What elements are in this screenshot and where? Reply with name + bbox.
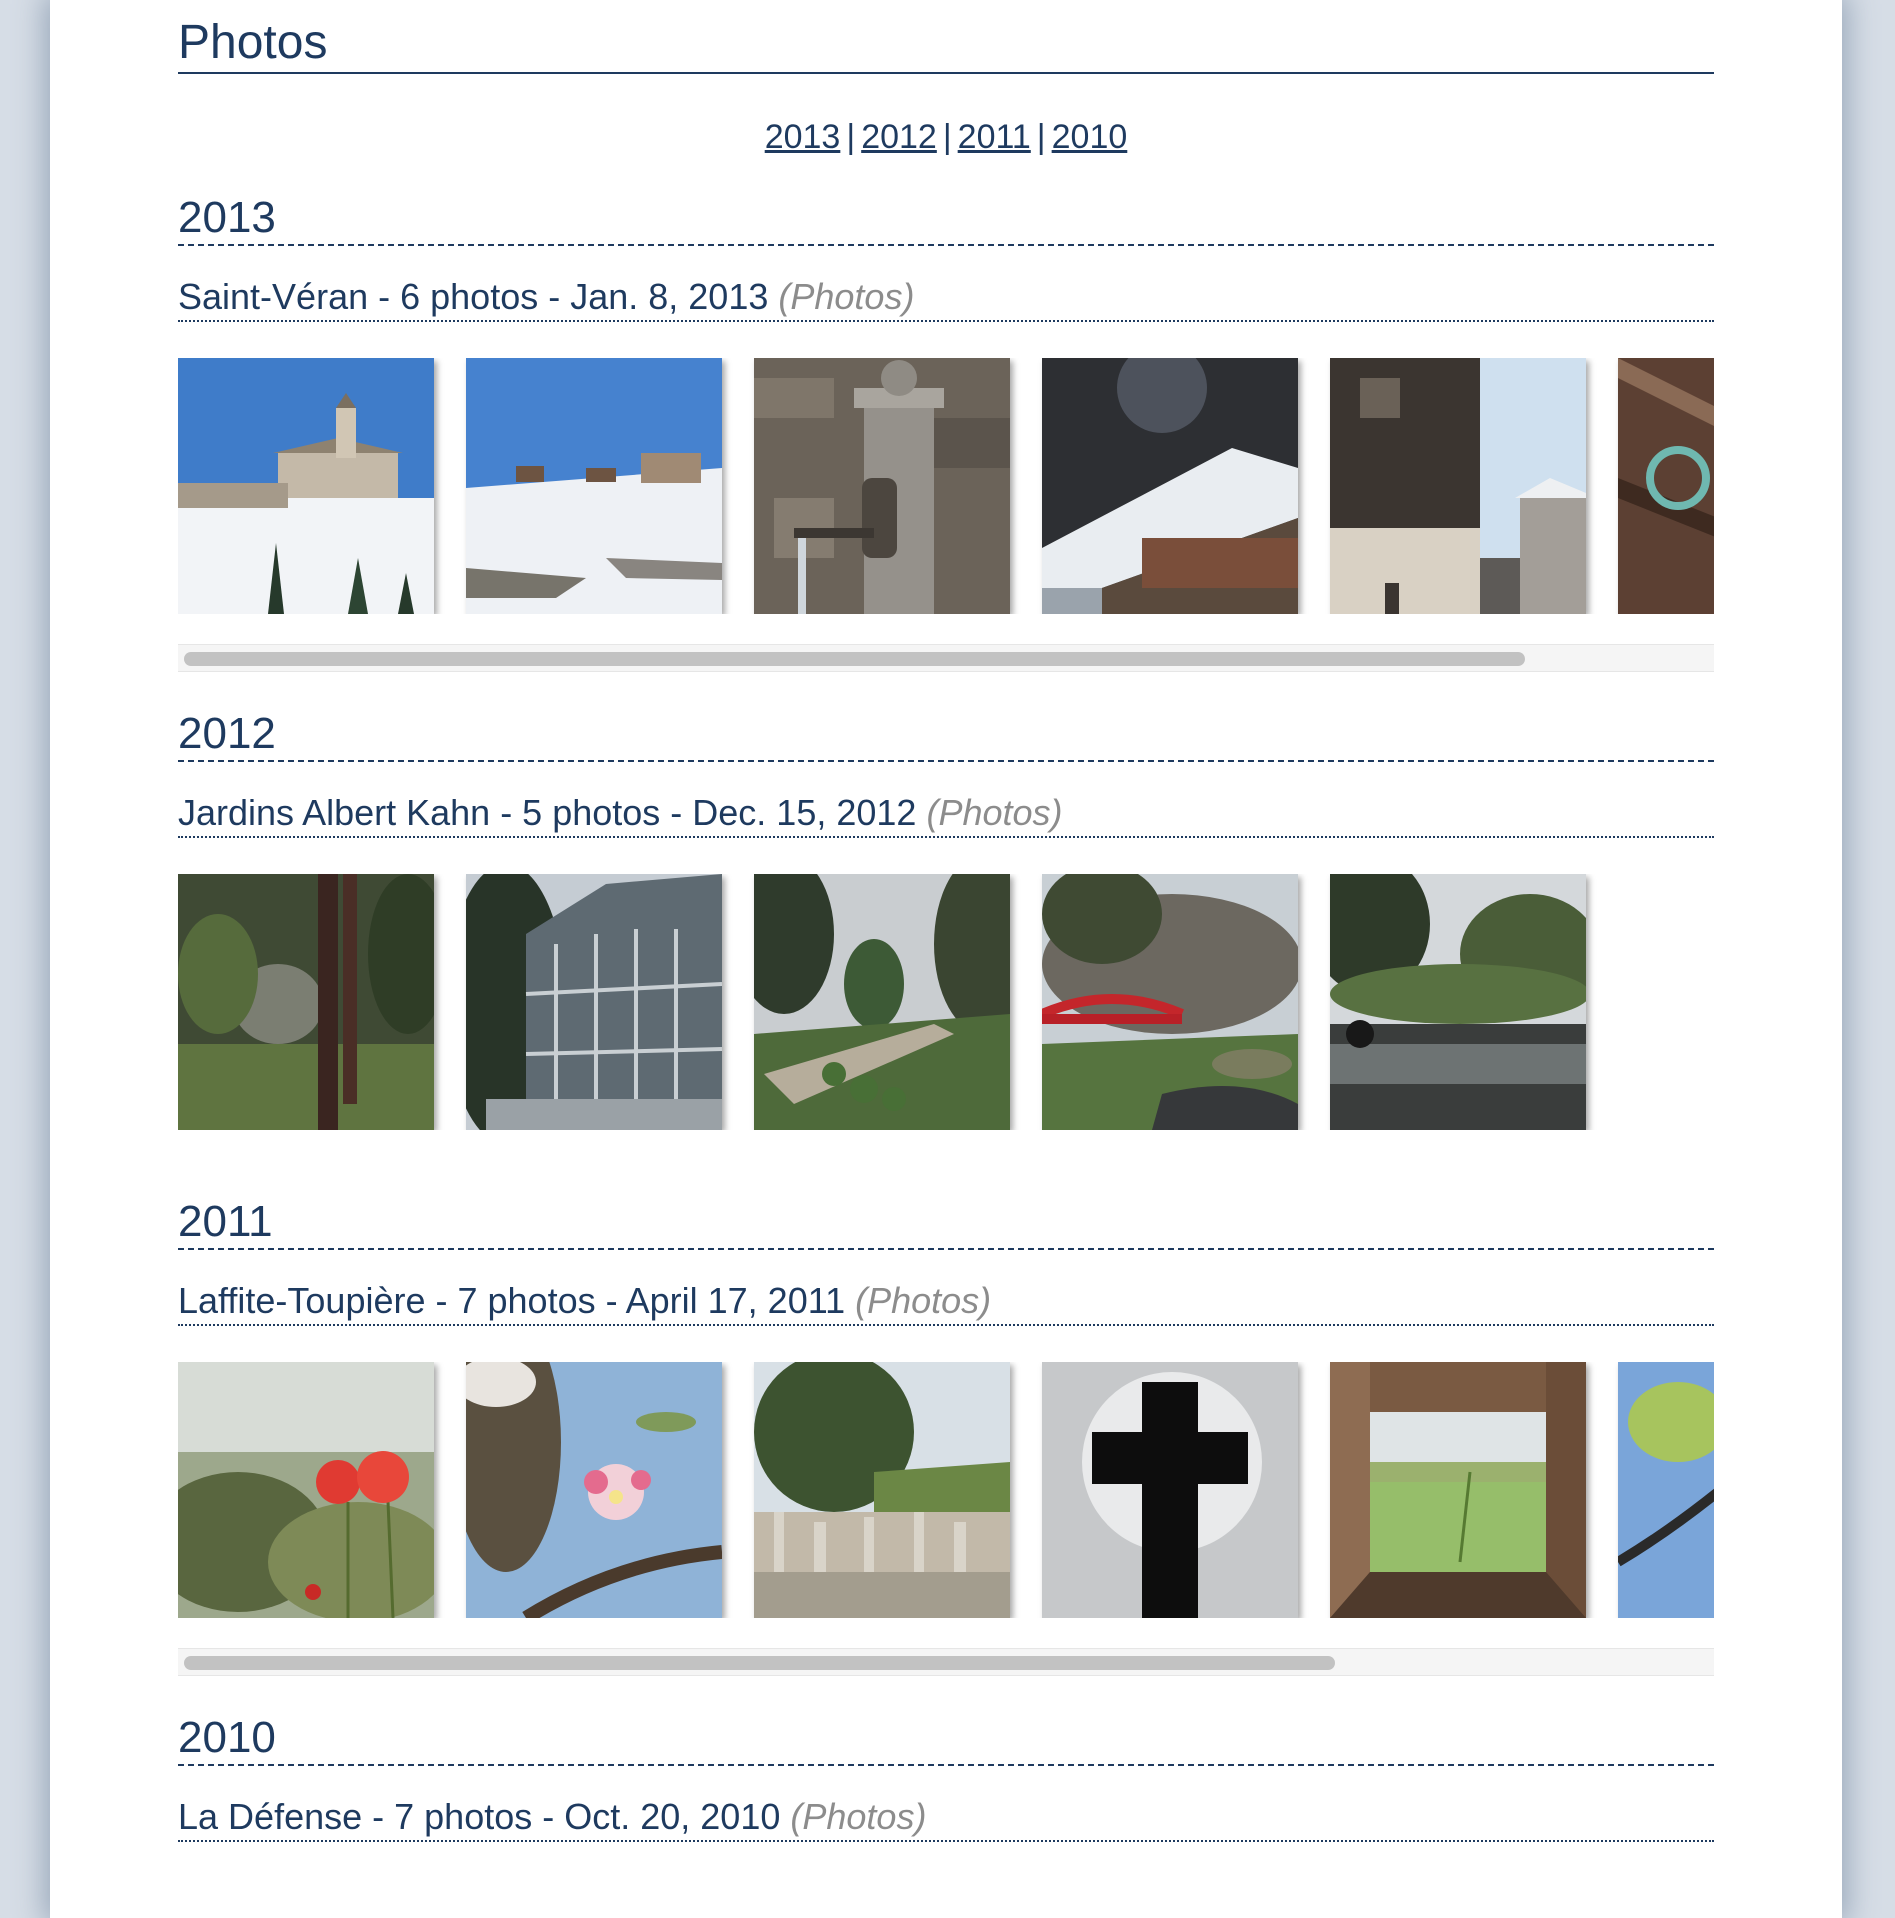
album-title: Laffite-Toupière - 7 photos - April 17, … [178,1278,1714,1326]
photo-thumbnail[interactable] [466,874,722,1130]
photos-link[interactable]: (Photos) [855,1280,991,1321]
photo-thumbnail[interactable] [178,358,434,614]
year-link-2013[interactable]: 2013 [765,118,841,156]
photo-thumbnail[interactable] [1618,358,1714,614]
photo-thumbnail[interactable] [1330,874,1586,1130]
album-title: La Défense - 7 photos - Oct. 20, 2010 (P… [178,1794,1714,1842]
photos-link[interactable]: (Photos) [790,1796,926,1837]
photo-strip [178,1362,1714,1618]
year-section-2012: 2012 Jardins Albert Kahn - 5 photos - De… [178,708,1714,1130]
photo-thumbnail[interactable] [178,874,434,1130]
year-link-2010[interactable]: 2010 [1052,118,1128,156]
photo-thumbnail[interactable] [1042,358,1298,614]
photo-thumbnail[interactable] [754,358,1010,614]
separator: | [846,118,856,156]
album-title: Jardins Albert Kahn - 5 photos - Dec. 15… [178,790,1714,838]
photo-thumbnail[interactable] [1330,1362,1586,1618]
year-heading: 2012 [178,708,1714,762]
year-link-2011[interactable]: 2011 [958,118,1031,156]
album-label[interactable]: Jardins Albert Kahn - 5 photos - Dec. 15… [178,792,916,833]
horizontal-scrollbar[interactable] [178,1648,1714,1676]
page-title: Photos [178,0,1714,74]
year-section-2010: 2010 La Défense - 7 photos - Oct. 20, 20… [178,1712,1714,1842]
scrollbar-thumb[interactable] [184,652,1525,666]
album-label[interactable]: La Défense - 7 photos - Oct. 20, 2010 [178,1796,780,1837]
photo-thumbnail[interactable] [1042,874,1298,1130]
year-heading: 2013 [178,192,1714,246]
photo-strip [178,874,1714,1130]
scrollbar-thumb[interactable] [184,1656,1335,1670]
photo-thumbnail[interactable] [1618,1362,1714,1618]
photo-thumbnail[interactable] [1330,358,1586,614]
main-content: Photos 2013 | 2012 | 2011 | 2010 2013 Saint-Vé… [178,0,1714,1842]
photos-link[interactable]: (Photos) [778,276,914,317]
photo-thumbnail[interactable] [466,1362,722,1618]
year-section-2013: 2013 Saint-Véran - 6 photos - Jan. 8, 20… [178,192,1714,672]
photo-thumbnail[interactable] [466,358,722,614]
photos-link[interactable]: (Photos) [926,792,1062,833]
photo-thumbnail[interactable] [754,874,1010,1130]
year-heading: 2010 [178,1712,1714,1766]
photo-thumbnail[interactable] [754,1362,1010,1618]
page-container: Photos 2013 | 2012 | 2011 | 2010 2013 Saint-Vé… [50,0,1842,1918]
separator: | [942,118,952,156]
horizontal-scrollbar[interactable] [178,644,1714,672]
photo-thumbnail[interactable] [178,1362,434,1618]
year-section-2011: 2011 Laffite-Toupière - 7 photos - April… [178,1196,1714,1676]
photo-strip [178,358,1714,614]
year-heading: 2011 [178,1196,1714,1250]
photo-thumbnail[interactable] [1042,1362,1298,1618]
separator: | [1036,118,1046,156]
year-navigation: 2013 | 2012 | 2011 | 2010 [178,118,1714,156]
album-label[interactable]: Laffite-Toupière - 7 photos - April 17, … [178,1280,845,1321]
album-label[interactable]: Saint-Véran - 6 photos - Jan. 8, 2013 [178,276,768,317]
year-link-2012[interactable]: 2012 [861,118,937,156]
album-title: Saint-Véran - 6 photos - Jan. 8, 2013 (P… [178,274,1714,322]
